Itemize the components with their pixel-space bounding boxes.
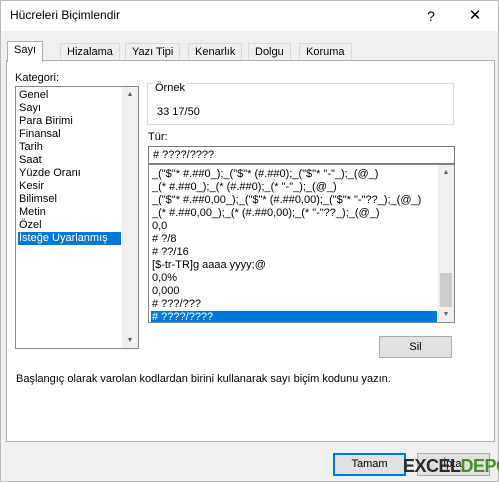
watermark-logo: EXCELDEPO [403, 456, 499, 480]
category-item[interactable]: Kesir [18, 180, 121, 193]
tab-alignment[interactable]: Hizalama [60, 43, 120, 61]
category-scrollbar[interactable]: ▲ ▼ [122, 87, 138, 348]
type-scrollbar[interactable]: ▲ ▼ [438, 165, 454, 322]
category-item[interactable]: Para Birimi [18, 115, 121, 128]
title-bar: Hücreleri Biçimlendir ? ✕ [1, 1, 498, 31]
tab-number[interactable]: Sayı [7, 41, 44, 62]
category-item[interactable]: Saat [18, 154, 121, 167]
type-item[interactable]: _(* #.##0,00_);_(* (#.##0,00);_(* "-"??_… [151, 207, 437, 220]
tab-border[interactable]: Kenarlık [188, 43, 243, 61]
type-item[interactable]: 0,0 [151, 220, 437, 233]
type-item[interactable]: 0,0% [151, 272, 437, 285]
tab-font[interactable]: Yazı Tipi [125, 43, 181, 61]
type-item[interactable]: # ???/??? [151, 298, 437, 311]
sample-label: Örnek [153, 82, 187, 94]
type-item-selected[interactable]: # ????/???? [151, 311, 437, 322]
category-item[interactable]: Bilimsel [18, 193, 121, 206]
sample-value: 33 17/50 [157, 106, 200, 118]
type-item[interactable]: # ?/8 [151, 233, 437, 246]
type-item[interactable]: # ??/16 [151, 246, 437, 259]
category-label: Kategori: [15, 72, 60, 84]
hint-text: Başlangıç olarak varolan kodlardan birin… [16, 373, 391, 385]
delete-button[interactable]: Sil [379, 336, 452, 358]
scrollbar-thumb[interactable] [440, 273, 452, 307]
help-icon[interactable]: ? [409, 1, 453, 31]
category-item-selected[interactable]: İsteğe Uyarlanmış [18, 232, 121, 245]
sample-group: Örnek 33 17/50 [147, 82, 454, 125]
category-item[interactable]: Tarih [18, 141, 121, 154]
format-cells-dialog: Hücreleri Biçimlendir ? ✕ Sayı Hizalama … [0, 0, 499, 482]
category-item[interactable]: Sayı [18, 102, 121, 115]
category-item[interactable]: Genel [18, 89, 121, 102]
scroll-down-icon[interactable]: ▼ [438, 307, 454, 322]
scroll-up-icon[interactable]: ▲ [438, 165, 454, 180]
dialog-title: Hücreleri Biçimlendir [10, 8, 121, 22]
watermark-part1: EXCEL [403, 456, 461, 476]
category-list[interactable]: Genel Sayı Para Birimi Finansal Tarih Sa… [15, 86, 139, 349]
tab-fill[interactable]: Dolgu [248, 43, 291, 61]
type-item[interactable]: _(* #.##0_);_(* (#.##0);_(* "-"_);_(@_) [151, 181, 437, 194]
ok-button[interactable]: Tamam [333, 453, 406, 476]
watermark-part2: DEPO [460, 456, 499, 476]
category-item[interactable]: Yüzde Oranı [18, 167, 121, 180]
scroll-up-icon[interactable]: ▲ [122, 87, 138, 102]
scroll-down-icon[interactable]: ▼ [122, 333, 138, 348]
category-item[interactable]: Finansal [18, 128, 121, 141]
category-item[interactable]: Metin [18, 206, 121, 219]
category-item[interactable]: Özel [18, 219, 121, 232]
close-icon[interactable]: ✕ [453, 1, 497, 31]
type-label: Tür: [148, 131, 168, 143]
tab-protection[interactable]: Koruma [299, 43, 352, 61]
type-item[interactable]: _("$"* #.##0_);_("$"* (#.##0);_("$"* "-"… [151, 168, 437, 181]
tab-panel-number: Kategori: Genel Sayı Para Birimi Finansa… [6, 60, 495, 442]
type-item[interactable]: 0,000 [151, 285, 437, 298]
type-item[interactable]: _("$"* #.##0,00_);_("$"* (#.##0,00);_("$… [151, 194, 437, 207]
type-input[interactable]: # ????/???? [148, 146, 455, 164]
type-list[interactable]: _("$"* #.##0_);_("$"* (#.##0);_("$"* "-"… [148, 164, 455, 323]
type-item[interactable]: [$-tr-TR]g aaaa yyyy;@ [151, 259, 437, 272]
